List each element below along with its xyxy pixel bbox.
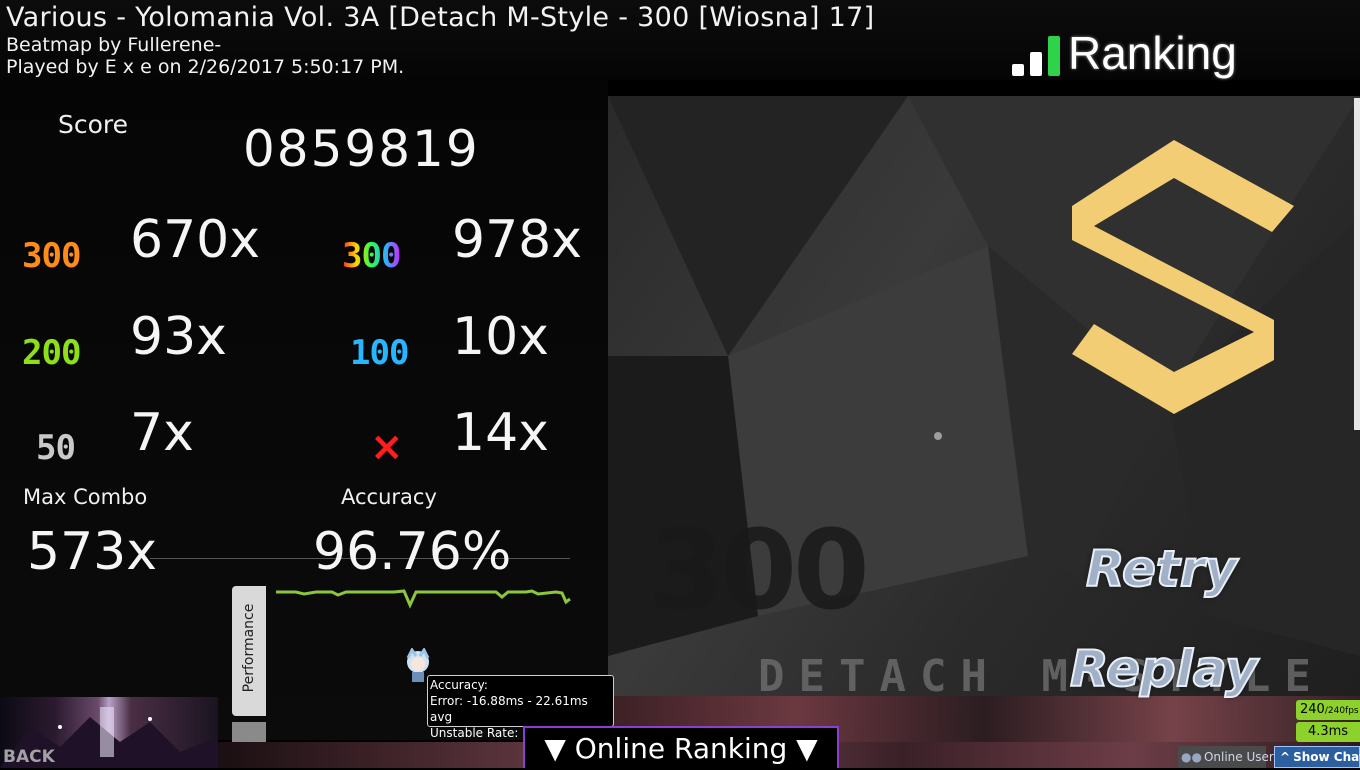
background-300-text: 300 [648, 506, 870, 634]
performance-tab-label: Performance [241, 603, 257, 693]
score-value: 0859819 [243, 120, 480, 178]
hit-50-icon: 50 [36, 428, 76, 468]
hit-100-icon: 100 [350, 333, 409, 373]
tooltip-accuracy: Accuracy: [430, 678, 488, 692]
accuracy-label: Accuracy [341, 485, 437, 509]
fps-counter: 240/240fps [1296, 700, 1360, 720]
header: Various - Yolomania Vol. 3A [Detach M-St… [0, 0, 1360, 80]
hit-300-icon: 300 [22, 236, 81, 276]
performance-tab[interactable]: Performance [232, 586, 266, 716]
scrollbar[interactable] [1354, 98, 1360, 430]
song-title: Various - Yolomania Vol. 3A [Detach M-St… [6, 2, 875, 33]
online-users-button[interactable]: ●● Online Users [1178, 746, 1280, 768]
hit-100-count: 10x [452, 307, 549, 367]
back-button[interactable]: BACK [0, 697, 218, 768]
frame-time: 4.3ms [1296, 722, 1360, 742]
online-users-label: Online Users [1203, 750, 1281, 764]
miss-count: 14x [452, 403, 549, 463]
back-label: BACK [3, 747, 55, 767]
chevron-up-icon: ^ [1280, 750, 1291, 764]
hit-300-count: 670x [130, 210, 261, 270]
ranking-title: Ranking [1068, 27, 1237, 79]
hit-geki-count: 978x [452, 210, 583, 270]
max-combo-label: Max Combo [23, 485, 148, 509]
fps-value: 240 [1300, 702, 1325, 717]
grade-s-icon [1072, 140, 1294, 414]
accuracy-value: 96.76% [313, 522, 512, 582]
ranking-logo: Ranking [1012, 27, 1242, 86]
performance-graph [276, 589, 571, 609]
hit-200-count: 93x [130, 307, 227, 367]
hit-200-icon: 200 [22, 333, 81, 373]
ranking-bars-icon [1012, 36, 1064, 76]
hit-50-count: 7x [130, 403, 194, 463]
show-chat-label: Show Chat [1293, 750, 1360, 764]
accuracy-tooltip: Accuracy: Error: -16.88ms - 22.61ms avg … [427, 675, 614, 740]
performance-tab-lower[interactable] [232, 722, 266, 742]
online-ranking-button[interactable]: ▼ Online Ranking ▼ [523, 726, 839, 768]
score-label: Score [58, 110, 129, 139]
beatmap-author: Beatmap by Fullerene- [6, 34, 222, 56]
miss-icon: × [370, 424, 404, 470]
played-by: Played by E x e on 2/26/2017 5:50:17 PM. [6, 56, 405, 78]
tooltip-error: Error: -16.88ms - 22.61ms avg [430, 694, 588, 724]
users-icon: ●● [1181, 750, 1202, 764]
show-chat-button[interactable]: ^ Show Chat [1274, 746, 1360, 768]
fps-max: /240fps [1324, 706, 1359, 716]
replay-button[interactable]: Replay [1069, 639, 1259, 699]
retry-button[interactable]: Retry [1085, 539, 1238, 599]
hit-geki-icon: 300 [342, 236, 401, 276]
max-combo-value: 573x [27, 522, 158, 582]
